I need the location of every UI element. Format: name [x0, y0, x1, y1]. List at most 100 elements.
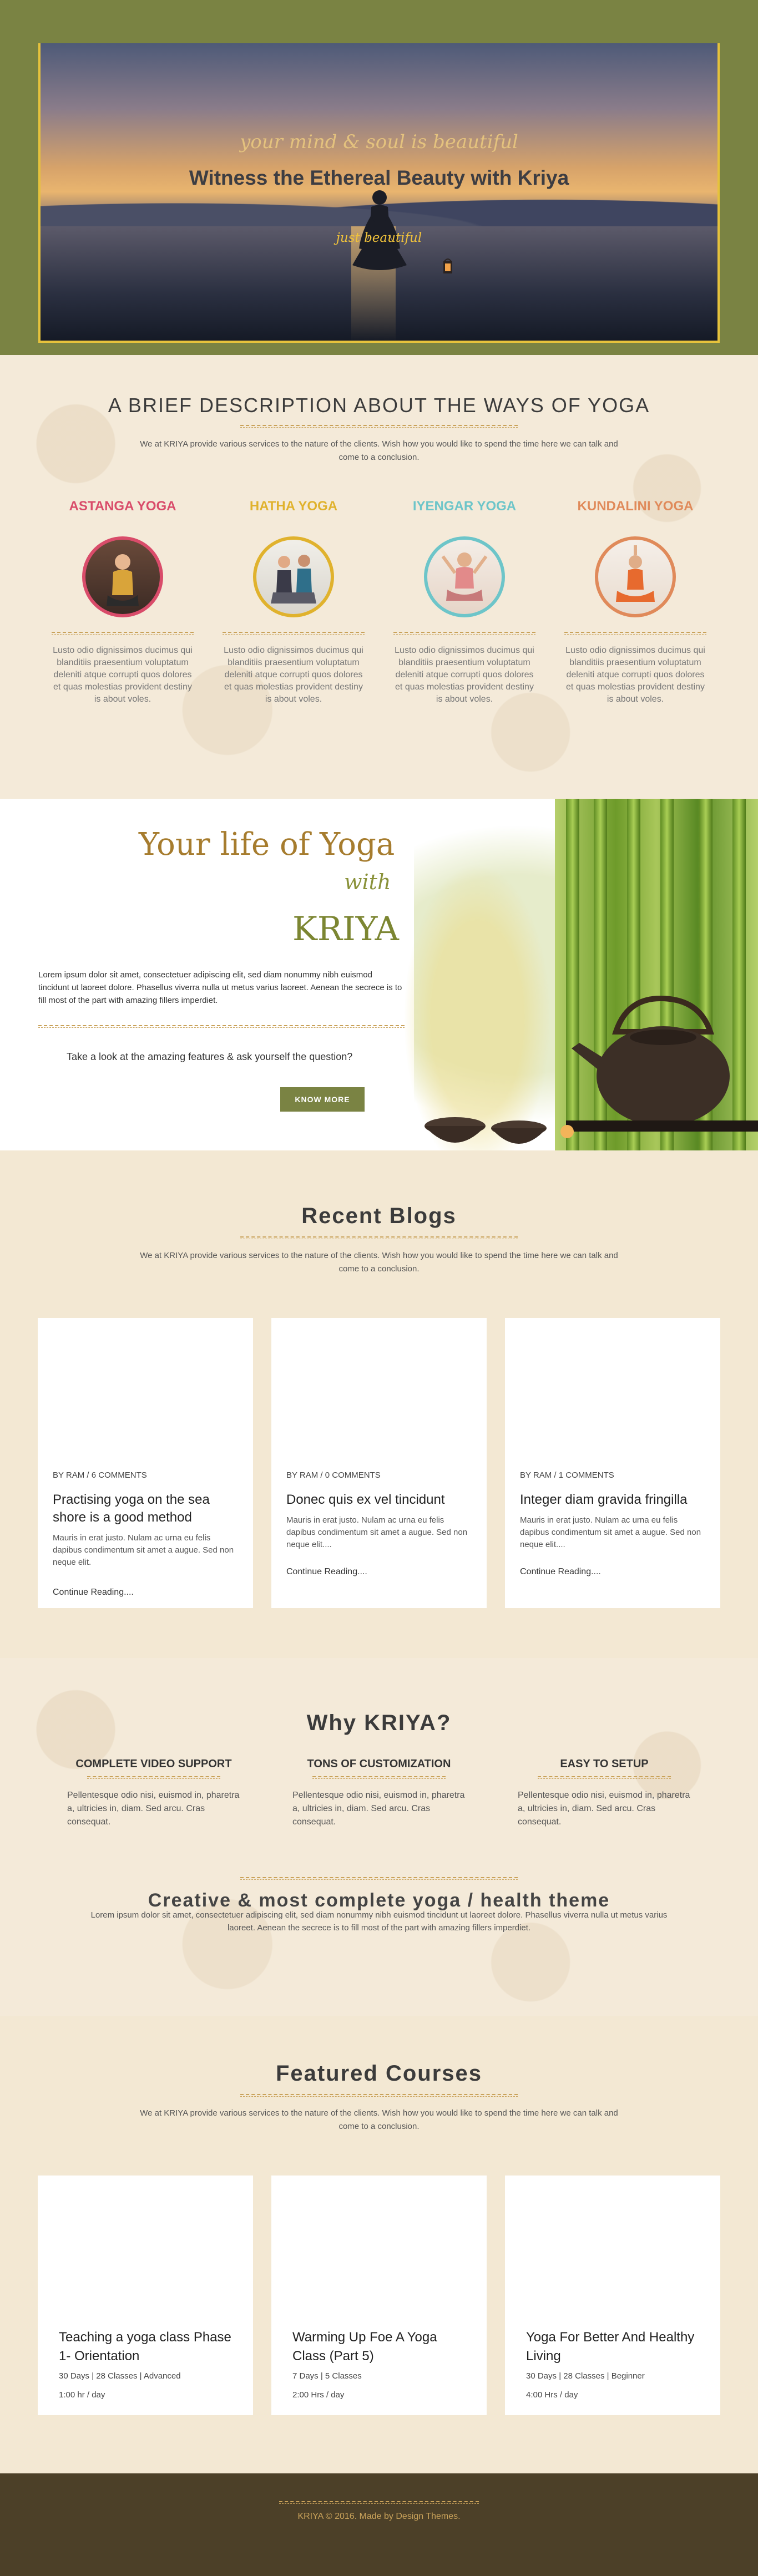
course-info: 7 Days | 5 Classes — [292, 2371, 362, 2381]
hero-title: Witness the Ethereal Beauty with Kriya — [189, 166, 569, 189]
yoga-type-card: ASTANGA YOGA Lusto odio dignissimos duci… — [52, 499, 194, 706]
section-title: Featured Courses — [275, 2061, 483, 2086]
promo-question: Take a look at the amazing features & as… — [67, 1051, 353, 1062]
blog-card[interactable]: BY RAM / 1 COMMENTS Integer diam gravida… — [505, 1318, 720, 1608]
features-list: COMPLETE VIDEO SUPPORT Pellentesque odio… — [0, 1758, 758, 1829]
blog-card[interactable]: BY RAM / 0 COMMENTS Donec quis ex vel ti… — [271, 1318, 487, 1608]
feature-title: EASY TO SETUP — [560, 1758, 649, 1770]
promo-with: with — [344, 870, 391, 894]
feature-text: Pellentesque odio nisi, euismod in, phar… — [292, 1791, 465, 1827]
yoga-type-card: HATHA YOGA Lusto odio dignissimos ducimu… — [223, 499, 365, 706]
blog-list: BY RAM / 6 COMMENTS Practising yoga on t… — [0, 1318, 758, 1608]
divider — [87, 1776, 220, 1779]
course-card[interactable]: Yoga For Better And Healthy Living 30 Da… — [505, 2176, 720, 2415]
blog-card[interactable]: BY RAM / 6 COMMENTS Practising yoga on t… — [38, 1318, 253, 1608]
course-time: 1:00 hr / day — [59, 2390, 105, 2400]
blog-excerpt: Mauris in erat justo. Nulam ac urna eu f… — [53, 1533, 234, 1567]
hero-tagline-top: your mind & soul is beautiful — [240, 131, 518, 153]
course-title[interactable]: Yoga For Better And Healthy Living — [526, 2328, 704, 2366]
promo-body: Lorem ipsum dolor sit amet, consectetuer… — [38, 970, 402, 1005]
yoga-type-card: IYENGAR YOGA Lusto odio dignissimos duci… — [393, 499, 535, 706]
blog-meta[interactable]: BY RAM / 6 COMMENTS — [53, 1470, 147, 1480]
divider — [240, 425, 518, 428]
lantern-icon — [443, 258, 452, 273]
course-time: 4:00 Hrs / day — [526, 2390, 578, 2400]
meditating-figure-icon — [352, 190, 407, 270]
divider — [564, 632, 706, 635]
course-info: 30 Days | 28 Classes | Advanced — [59, 2371, 181, 2381]
course-time: 2:00 Hrs / day — [292, 2390, 345, 2400]
feature-item: TONS OF CUSTOMIZATION Pellentesque odio … — [292, 1758, 466, 1829]
feature-title: TONS OF CUSTOMIZATION — [307, 1758, 451, 1770]
section-intro: We at KRIYA provide various services to … — [140, 439, 618, 462]
teapot-icon — [566, 995, 758, 1132]
divider — [223, 632, 365, 635]
hero-banner: your mind & soul is beautiful Witness th… — [38, 43, 720, 343]
section-title: Recent Blogs — [301, 1204, 457, 1228]
yoga-type-text: Lusto odio dignissimos ducimus qui bland… — [53, 646, 193, 704]
divider — [279, 2501, 479, 2504]
divider — [240, 1877, 518, 1880]
yoga-types-section: A BRIEF DESCRIPTION ABOUT THE WAYS OF YO… — [0, 355, 758, 799]
section-intro: We at KRIYA provide various services to … — [140, 2108, 618, 2131]
blog-excerpt: Mauris in erat justo. Nulam ac urna eu f… — [286, 1515, 468, 1549]
blog-excerpt: Mauris in erat justo. Nulam ac urna eu f… — [520, 1515, 701, 1549]
feature-text: Pellentesque odio nisi, euismod in, phar… — [67, 1791, 240, 1827]
yoga-type-text: Lusto odio dignissimos ducimus qui bland… — [395, 646, 534, 704]
why-kriya-section: Why KRIYA? COMPLETE VIDEO SUPPORT Pellen… — [0, 1658, 758, 2016]
feature-item: COMPLETE VIDEO SUPPORT Pellentesque odio… — [67, 1758, 240, 1829]
yoga-types-list: ASTANGA YOGA Lusto odio dignissimos duci… — [0, 499, 758, 706]
continue-reading-link[interactable]: Continue Reading.... — [53, 1588, 134, 1598]
know-more-button[interactable]: KNOW MORE — [280, 1087, 365, 1112]
recent-blogs-section: Recent Blogs We at KRIYA provide various… — [0, 1150, 758, 1658]
divider — [38, 1025, 405, 1028]
feature-title: COMPLETE VIDEO SUPPORT — [75, 1758, 232, 1770]
yoga-type-image[interactable] — [82, 536, 163, 617]
blog-meta[interactable]: BY RAM / 1 COMMENTS — [520, 1470, 614, 1480]
yoga-type-image[interactable] — [424, 536, 505, 617]
blog-title[interactable]: Donec quis ex vel tincidunt — [286, 1491, 475, 1509]
subtitle-paragraph: Lorem ipsum dolor sit amet, consectetuer… — [90, 1910, 668, 1933]
yoga-type-image[interactable] — [595, 536, 676, 617]
tea-cups-icon — [425, 1117, 574, 1144]
continue-reading-link[interactable]: Continue Reading.... — [286, 1567, 367, 1577]
divider — [240, 1236, 518, 1239]
divider — [240, 2094, 518, 2097]
promo-title: Your life of Yoga — [139, 826, 395, 863]
divider — [52, 632, 194, 635]
feature-item: EASY TO SETUP Pellentesque odio nisi, eu… — [518, 1758, 691, 1829]
promo-brand: KRIYA — [292, 910, 399, 949]
blog-title[interactable]: Practising yoga on the sea shore is a go… — [53, 1491, 241, 1527]
copyright-text: KRIYA © 2016. Made by Design Themes. — [297, 2512, 461, 2521]
featured-courses-section: Featured Courses We at KRIYA provide var… — [0, 2016, 758, 2473]
footer: KRIYA © 2016. Made by Design Themes. — [0, 2473, 758, 2576]
divider — [312, 1776, 446, 1779]
hero-section: your mind & soul is beautiful Witness th… — [0, 0, 758, 355]
yoga-type-text: Lusto odio dignissimos ducimus qui bland… — [224, 646, 363, 704]
course-title[interactable]: Warming Up Foe A Yoga Class (Part 5) — [292, 2328, 470, 2366]
yoga-type-card: KUNDALINI YOGA Lusto odio dignissimos du… — [564, 499, 706, 706]
kriya-promo-section: Your life of Yoga with KRIYA Lorem ipsum… — [0, 799, 758, 1150]
blog-title[interactable]: Integer diam gravida fringilla — [520, 1491, 709, 1509]
yoga-type-title[interactable]: KUNDALINI YOGA — [564, 499, 706, 514]
blog-meta[interactable]: BY RAM / 0 COMMENTS — [286, 1470, 381, 1480]
yoga-type-title[interactable]: IYENGAR YOGA — [393, 499, 535, 514]
promo-paint-splash — [383, 821, 572, 1150]
section-title: A BRIEF DESCRIPTION ABOUT THE WAYS OF YO… — [108, 394, 650, 417]
course-list: Teaching a yoga class Phase 1- Orientati… — [0, 2176, 758, 2415]
continue-reading-link[interactable]: Continue Reading.... — [520, 1567, 601, 1577]
yoga-type-title[interactable]: ASTANGA YOGA — [52, 499, 194, 514]
divider — [538, 1776, 671, 1779]
yoga-type-title[interactable]: HATHA YOGA — [223, 499, 365, 514]
yoga-type-text: Lusto odio dignissimos ducimus qui bland… — [565, 646, 705, 704]
course-title[interactable]: Teaching a yoga class Phase 1- Orientati… — [59, 2328, 236, 2366]
hero-tagline-bottom: just beautiful — [336, 231, 422, 245]
course-card[interactable]: Warming Up Foe A Yoga Class (Part 5) 7 D… — [271, 2176, 487, 2415]
section-intro: We at KRIYA provide various services to … — [140, 1251, 618, 1274]
yoga-type-image[interactable] — [253, 536, 334, 617]
feature-text: Pellentesque odio nisi, euismod in, phar… — [518, 1791, 690, 1827]
course-info: 30 Days | 28 Classes | Beginner — [526, 2371, 645, 2381]
divider — [393, 632, 535, 635]
course-card[interactable]: Teaching a yoga class Phase 1- Orientati… — [38, 2176, 253, 2415]
section-title: Why KRIYA? — [306, 1711, 452, 1735]
